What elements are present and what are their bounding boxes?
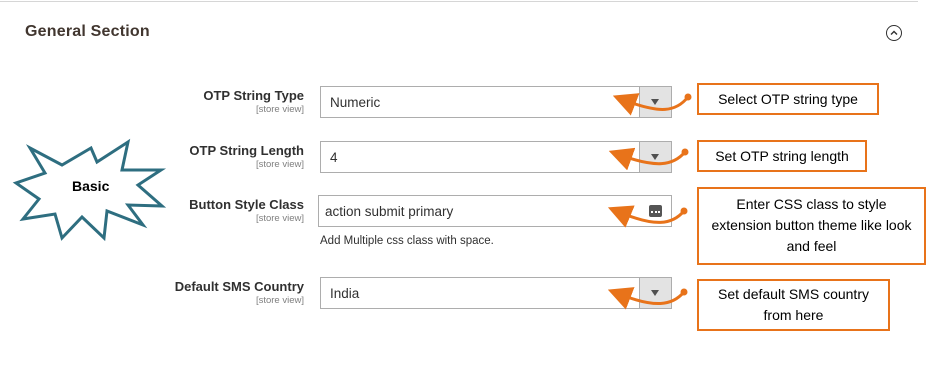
callout-otp-type: Select OTP string type: [697, 83, 879, 115]
callout-sms-country: Set default SMS country from here: [697, 279, 890, 331]
callout-button-class: Enter CSS class to style extension butto…: [697, 187, 926, 265]
callout-otp-length: Set OTP string length: [697, 140, 867, 172]
